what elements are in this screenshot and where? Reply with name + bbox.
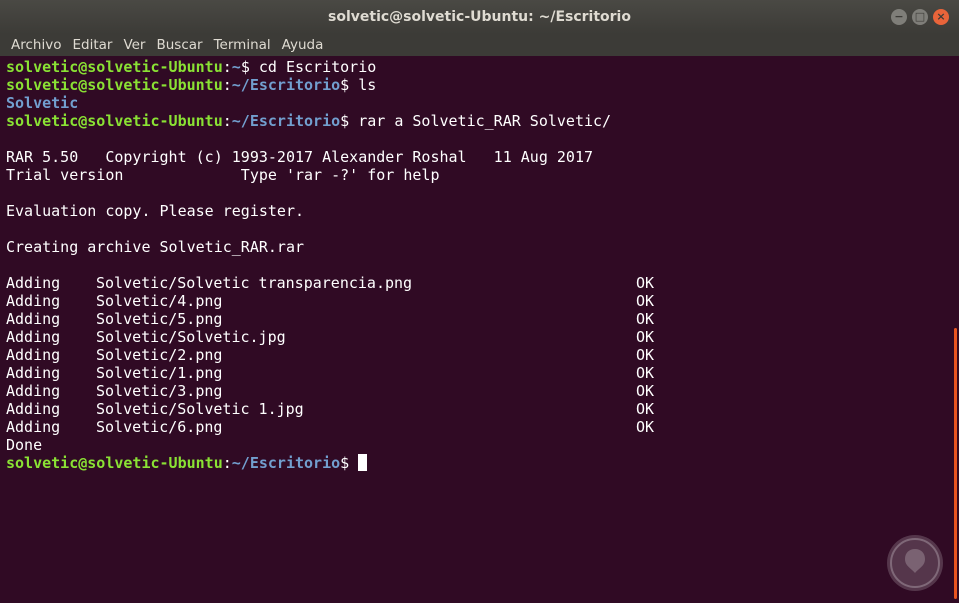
done-line: Done (6, 436, 43, 454)
adding-status: OK (636, 418, 655, 436)
adding-status: OK (636, 382, 655, 400)
menu-buscar[interactable]: Buscar (149, 37, 206, 53)
prompt-line: solvetic@solvetic-Ubuntu:~/Escritorio$ r… (6, 112, 612, 130)
prompt-line: solvetic@solvetic-Ubuntu:~/Escritorio$ (6, 454, 959, 472)
prompt-user: solvetic@solvetic-Ubuntu (6, 112, 223, 130)
adding-action: Adding (6, 418, 61, 436)
output-line: Solvetic (6, 94, 959, 112)
menu-editar[interactable]: Editar (65, 37, 116, 53)
adding-status: OK (636, 346, 655, 364)
adding-file: Solvetic/Solvetic 1.jpg (96, 400, 304, 418)
adding-file: Solvetic/6.png (96, 418, 223, 436)
adding-action: Adding (6, 346, 61, 364)
adding-status: OK (636, 292, 655, 310)
maximize-button[interactable]: □ (912, 9, 928, 25)
adding-row: Adding Solvetic/5.png OK (6, 310, 959, 328)
adding-action: Adding (6, 310, 61, 328)
adding-action: Adding (6, 400, 61, 418)
menu-ver[interactable]: Ver (116, 37, 149, 53)
title-bar[interactable]: solvetic@solvetic-Ubuntu: ~/Escritorio −… (0, 0, 959, 34)
prompt-path: ~ (231, 58, 241, 76)
prompt-line: solvetic@solvetic-Ubuntu:~/Escritorio$ l… (6, 76, 377, 94)
window-controls: − □ × (891, 9, 949, 25)
terminal-window: solvetic@solvetic-Ubuntu: ~/Escritorio −… (0, 0, 959, 603)
adding-status: OK (636, 310, 655, 328)
evaluation-line: Evaluation copy. Please register. (6, 202, 305, 220)
adding-file: Solvetic/2.png (96, 346, 223, 364)
adding-row: Adding Solvetic/Solvetic.jpg OK (6, 328, 959, 346)
solvetic-logo-icon (887, 535, 943, 591)
command-text: ls (358, 76, 377, 94)
terminal-output[interactable]: solvetic@solvetic-Ubuntu:~$ cd Escritori… (0, 56, 959, 603)
adding-row: Adding Solvetic/Solvetic 1.jpg OK (6, 400, 959, 418)
adding-file: Solvetic/Solvetic.jpg (96, 328, 286, 346)
adding-row: Adding Solvetic/4.png OK (6, 292, 959, 310)
menu-ayuda[interactable]: Ayuda (275, 37, 328, 53)
adding-row: Adding Solvetic/Solvetic transparencia.pn… (6, 274, 959, 292)
adding-row: Adding Solvetic/1.png OK (6, 364, 959, 382)
minimize-button[interactable]: − (891, 9, 907, 25)
menu-bar: Archivo Editar Ver Buscar Terminal Ayuda (0, 34, 959, 56)
prompt-path: ~/Escritorio (231, 76, 341, 94)
adding-row: Adding Solvetic/2.png OK (6, 346, 959, 364)
adding-file: Solvetic/Solvetic transparencia.png (96, 274, 413, 292)
adding-action: Adding (6, 382, 61, 400)
adding-file: Solvetic/4.png (96, 292, 223, 310)
directory-entry: Solvetic (6, 94, 79, 112)
window-title: solvetic@solvetic-Ubuntu: ~/Escritorio (328, 9, 631, 25)
command-text: cd Escritorio (258, 58, 377, 76)
menu-archivo[interactable]: Archivo (0, 37, 65, 53)
adding-action: Adding (6, 274, 61, 292)
prompt-path: ~/Escritorio (231, 112, 341, 130)
adding-status: OK (636, 328, 655, 346)
menu-terminal[interactable]: Terminal (207, 37, 275, 53)
adding-file: Solvetic/3.png (96, 382, 223, 400)
rar-header-line: RAR 5.50 Copyright (c) 1993-2017 Alexand… (6, 148, 593, 166)
close-button[interactable]: × (933, 9, 949, 25)
adding-action: Adding (6, 292, 61, 310)
scrollbar[interactable] (954, 328, 957, 599)
adding-status: OK (636, 364, 655, 382)
adding-action: Adding (6, 328, 61, 346)
text-cursor[interactable] (358, 454, 368, 471)
adding-status: OK (636, 400, 655, 418)
adding-file: Solvetic/1.png (96, 364, 223, 382)
adding-row: Adding Solvetic/6.png OK (6, 418, 959, 436)
prompt-user: solvetic@solvetic-Ubuntu (6, 454, 223, 472)
prompt-line: solvetic@solvetic-Ubuntu:~$ cd Escritori… (6, 58, 377, 76)
adding-action: Adding (6, 364, 61, 382)
creating-line: Creating archive Solvetic_RAR.rar (6, 238, 305, 256)
adding-file: Solvetic/5.png (96, 310, 223, 328)
adding-row: Adding Solvetic/3.png OK (6, 382, 959, 400)
adding-status: OK (636, 274, 655, 292)
prompt-path: ~/Escritorio (231, 454, 341, 472)
command-text: rar a Solvetic_RAR Solvetic/ (358, 112, 612, 130)
rar-header-line: Trial version Type 'rar -?' for help (6, 166, 440, 184)
prompt-user: solvetic@solvetic-Ubuntu (6, 76, 223, 94)
prompt-user: solvetic@solvetic-Ubuntu (6, 58, 223, 76)
